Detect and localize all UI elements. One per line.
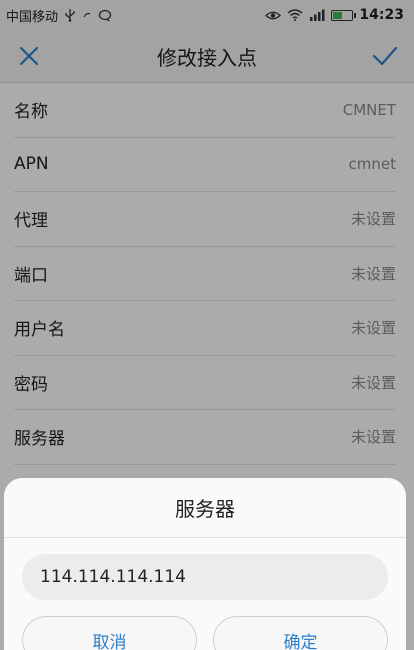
apn-edit-screen: 中国移动 14:23 修改接入点 名称 CMNET APN cmnet 代理 未… [0, 0, 414, 650]
server-input[interactable]: 114.114.114.114 [22, 554, 388, 600]
ok-button[interactable]: 确定 [213, 616, 388, 650]
cancel-button[interactable]: 取消 [22, 616, 197, 650]
dialog-title: 服务器 [4, 478, 406, 538]
dialog-buttons: 取消 确定 [22, 616, 388, 650]
server-dialog: 服务器 114.114.114.114 取消 确定 [4, 478, 406, 650]
